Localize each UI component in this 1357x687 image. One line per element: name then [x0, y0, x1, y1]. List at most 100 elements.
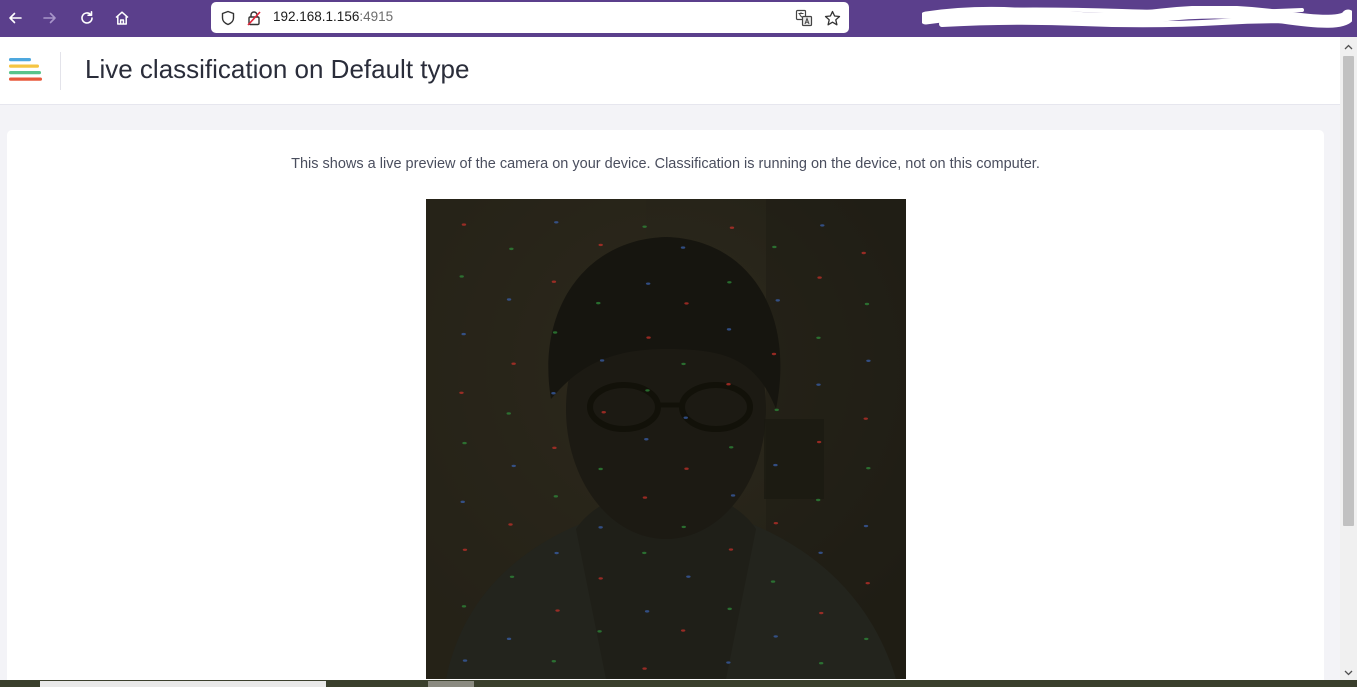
camera-speckle — [726, 383, 731, 386]
camera-speckle — [551, 280, 557, 283]
header-divider — [60, 52, 61, 90]
camera-speckle — [596, 301, 601, 305]
camera-speckle — [601, 411, 606, 414]
camera-speckle — [644, 438, 649, 441]
camera-speckle — [727, 281, 732, 284]
redacted-area — [922, 6, 1352, 28]
scroll-thumb[interactable] — [1343, 56, 1354, 526]
camera-speckle — [599, 359, 605, 362]
forward-button[interactable] — [37, 6, 63, 30]
camera-speckle — [863, 524, 869, 528]
camera-speckle — [686, 575, 691, 578]
camera-speckle — [726, 328, 732, 331]
reload-icon — [81, 11, 93, 24]
camera-speckle — [462, 441, 467, 445]
camera-speckle — [642, 225, 647, 228]
camera-speckle — [461, 605, 467, 608]
camera-speckle — [509, 247, 514, 251]
shield-icon[interactable] — [219, 9, 237, 27]
camera-speckle — [866, 359, 871, 362]
camera-speckle — [866, 466, 871, 470]
camera-speckle — [551, 392, 556, 395]
camera-speckle — [598, 243, 603, 247]
camera-speckle — [817, 276, 822, 279]
live-preview-card: This shows a live preview of the camera … — [7, 130, 1324, 680]
camera-speckle — [645, 282, 651, 285]
translate-icon[interactable] — [795, 9, 813, 27]
camera-speckle — [770, 580, 776, 583]
url-host: 192.168.1.156 — [273, 9, 360, 24]
browser-toolbar: 192.168.1.156:4915 — [0, 0, 1357, 37]
camera-speckle — [816, 336, 821, 340]
page-scrollbar[interactable] — [1340, 37, 1357, 680]
url-port: :4915 — [359, 9, 394, 24]
camera-speckle — [864, 302, 870, 306]
url-text[interactable]: 192.168.1.156:4915 — [273, 9, 393, 24]
camera-speckle — [681, 362, 686, 366]
camera-speckle — [554, 221, 559, 224]
camera-speckle — [554, 551, 559, 555]
app-logo[interactable] — [8, 57, 44, 83]
insecure-lock-icon[interactable] — [245, 9, 263, 27]
camera-speckle — [646, 336, 651, 339]
camera-speckle — [642, 551, 647, 555]
camera-speckle — [863, 417, 868, 420]
camera-speckle — [683, 416, 688, 419]
camera-speckle — [680, 246, 686, 249]
camera-speckle — [459, 275, 464, 278]
camera-speckle — [774, 408, 779, 412]
camera-speckle — [552, 331, 558, 334]
home-button[interactable] — [109, 6, 135, 30]
address-bar[interactable]: 192.168.1.156:4915 — [211, 2, 849, 33]
camera-speckle — [511, 464, 516, 468]
camera-speckle — [506, 637, 512, 641]
camera-speckle — [815, 498, 821, 502]
camera-speckle — [729, 226, 735, 229]
camera-speckle — [727, 607, 732, 611]
camera-speckle — [459, 391, 464, 394]
camera-speckle — [730, 494, 736, 497]
camera-speckle — [684, 467, 689, 470]
camera-speckle — [681, 525, 686, 529]
reload-button[interactable] — [74, 6, 100, 30]
app-header: Live classification on Default type — [0, 37, 1340, 105]
camera-speckle — [462, 548, 468, 551]
camera-speckle — [598, 577, 603, 580]
camera-speckle — [460, 500, 465, 504]
scroll-down-icon[interactable] — [1343, 667, 1354, 678]
back-button[interactable] — [2, 6, 28, 30]
taskbar-app[interactable] — [40, 681, 326, 687]
camera-speckle — [598, 526, 603, 529]
page-title: Live classification on Default type — [85, 54, 470, 84]
camera-speckle — [816, 383, 821, 386]
camera-speckle — [820, 224, 825, 227]
camera-speckle — [511, 362, 516, 365]
camera-speckle — [865, 581, 870, 585]
home-icon — [115, 11, 129, 25]
camera-speckle — [729, 446, 734, 449]
camera-speckle — [864, 637, 869, 641]
star-icon[interactable] — [823, 9, 841, 27]
preview-description: This shows a live preview of the camera … — [291, 156, 1040, 172]
camera-speckle — [645, 389, 650, 392]
taskbar-app[interactable] — [428, 681, 474, 687]
camera-speckle — [726, 661, 731, 664]
camera-speckle — [773, 521, 779, 525]
camera-speckle — [818, 551, 823, 554]
camera-preview — [426, 199, 906, 679]
camera-speckle — [506, 412, 511, 415]
camera-speckle — [461, 332, 466, 336]
camera-speckle — [818, 662, 824, 665]
camera-speckle — [551, 660, 557, 663]
camera-speckle — [773, 635, 778, 638]
camera-speckle — [555, 609, 560, 612]
camera-speckle — [642, 496, 648, 499]
camera-speckle — [775, 299, 780, 302]
camera-speckle — [861, 251, 866, 255]
camera-speckle — [508, 523, 513, 526]
scroll-up-icon[interactable] — [1343, 41, 1354, 52]
camera-speckle — [771, 352, 777, 356]
camera-speckle — [816, 440, 822, 444]
camera-speckle — [552, 446, 557, 450]
os-taskbar — [0, 680, 1357, 687]
